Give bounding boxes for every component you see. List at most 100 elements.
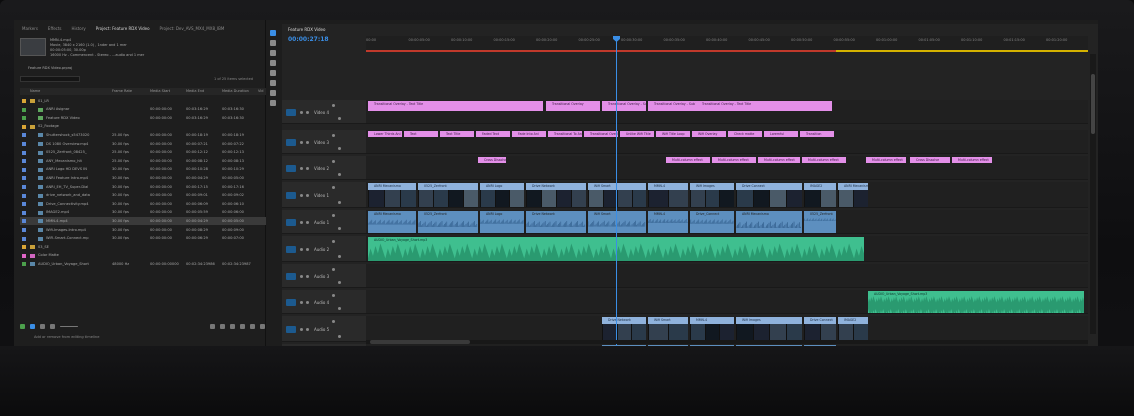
find-icon[interactable]: [230, 324, 235, 329]
eye-icon[interactable]: [332, 240, 335, 243]
video-clip[interactable]: ANRI Mecanismo: [838, 183, 868, 207]
project-item-row[interactable]: Shuttershock_s5473020 25.00 fps 00:00:00:0…: [20, 131, 266, 139]
eye-icon[interactable]: [332, 320, 335, 323]
effect-clip[interactable]: Multi-column effect: [712, 157, 756, 163]
title-overlay-clip[interactable]: Transitional Overlay - Sub Title: [648, 101, 696, 111]
project-item-row[interactable]: WiFi-Smart-Connect.mp 30.00 fps 00:00:00:0…: [20, 235, 266, 243]
audio-clip[interactable]: MMN-4: [648, 211, 688, 233]
graphic-clip[interactable]: Transitional To Ani: [548, 131, 582, 137]
ripple-edit-tool-icon[interactable]: [270, 50, 276, 56]
lock-icon[interactable]: [300, 167, 303, 170]
track-header[interactable]: Audio 1: [282, 210, 366, 234]
video-clip[interactable]: Drive Network: [526, 183, 586, 207]
col-media-start[interactable]: Media Start: [150, 89, 170, 93]
video-clip[interactable]: Drive Connect: [804, 317, 836, 341]
project-item-row[interactable]: ANY_Mecanismo_hit 25.00 fps 00:00:00:00 00:…: [20, 157, 266, 165]
project-item-row[interactable]: 03_SE: [20, 243, 266, 251]
graphic-clip[interactable]: Wifi Title Loop: [656, 131, 690, 137]
project-search-input[interactable]: [20, 76, 80, 82]
mute-icon[interactable]: [338, 147, 341, 150]
project-item-row[interactable]: drive_network_and_data 30.00 fps 00:00:00:…: [20, 192, 266, 200]
source-patch-toggle[interactable]: [286, 219, 296, 226]
panel-tab[interactable]: Project: Dev_AVS_MX4_MX8_IBM: [160, 26, 225, 34]
video-clip[interactable]: IMAGE2: [804, 183, 836, 207]
panel-tab[interactable]: History: [72, 26, 86, 34]
panel-tab[interactable]: Markers: [22, 26, 38, 34]
lock-icon[interactable]: [300, 111, 303, 114]
video-clip[interactable]: Wifi Images: [690, 183, 734, 207]
selection-tool-icon[interactable]: [270, 30, 276, 36]
mute-icon[interactable]: [338, 201, 341, 204]
source-patch-toggle[interactable]: [286, 273, 296, 280]
project-item-row[interactable]: ANRI_EH_TV_Super-Dial 30.00 fps 00:00:00:0…: [20, 183, 266, 191]
sync-lock-icon[interactable]: [306, 301, 309, 304]
track-target-toggle[interactable]: [286, 139, 296, 146]
pencil-icon[interactable]: [20, 324, 25, 329]
sync-lock-icon[interactable]: [306, 221, 309, 224]
freeform-view-icon[interactable]: [50, 324, 55, 329]
audio-clip[interactable]: 0525_Zerfront: [804, 211, 836, 233]
timeline-horizontal-scrollbar[interactable]: [366, 340, 1088, 344]
panel-tab[interactable]: Effects: [48, 26, 62, 34]
sync-lock-icon[interactable]: [306, 275, 309, 278]
video-clip[interactable]: ANRI Logo: [480, 183, 524, 207]
video-clip[interactable]: IMAGE2: [838, 317, 868, 341]
mute-icon[interactable]: [338, 307, 341, 310]
source-patch-toggle[interactable]: [286, 299, 296, 306]
lock-icon[interactable]: [300, 221, 303, 224]
sync-lock-icon[interactable]: [306, 194, 309, 197]
video-clip[interactable]: MMN-4: [648, 183, 688, 207]
video-clip[interactable]: Drive Connect: [736, 183, 802, 207]
project-item-row[interactable]: MMN-4.mp4 30.00 fps 00:00:00:00 00:00:04:29…: [20, 217, 266, 226]
audio-clip[interactable]: Drive_Connect: [690, 211, 734, 233]
automate-icon[interactable]: [220, 324, 225, 329]
col-frame-rate[interactable]: Frame Rate: [112, 89, 132, 93]
col-name[interactable]: Name: [30, 89, 40, 93]
effect-clip[interactable]: Multi-column effect: [666, 157, 710, 163]
graphic-clip[interactable]: Faded Text: [476, 131, 510, 137]
effect-clip[interactable]: Multi-column effect: [758, 157, 800, 163]
track-select-tool-icon[interactable]: [270, 40, 276, 46]
source-patch-toggle[interactable]: [286, 246, 296, 253]
lock-icon[interactable]: [300, 275, 303, 278]
mute-icon[interactable]: [338, 255, 341, 258]
project-item-row[interactable]: ANRI Feature Intro.mp4 30.00 fps 00:00:00:…: [20, 174, 266, 182]
project-item-row[interactable]: Drive_Connectivity.mp4 30.00 fps 00:00:00:…: [20, 200, 266, 208]
col-video[interactable]: Vid: [258, 89, 264, 93]
lock-icon[interactable]: [300, 141, 303, 144]
track-header[interactable]: Video 2: [282, 156, 366, 180]
track-header[interactable]: Video 4: [282, 100, 366, 124]
track-header[interactable]: Audio 5: [282, 316, 366, 342]
work-area-bar[interactable]: [366, 50, 836, 52]
project-item-row[interactable]: ANRI Asignar 00:00:00:00 00:03:16:29 00:03:…: [20, 106, 266, 114]
razor-tool-icon[interactable]: [270, 60, 276, 66]
video-clip[interactable]: ANRI Mecanismo: [368, 183, 416, 207]
track-header[interactable]: Video 3: [282, 130, 366, 154]
project-item-row[interactable]: Color Matte: [20, 252, 266, 260]
track-target-toggle[interactable]: [286, 109, 296, 116]
title-overlay-clip[interactable]: Transitional Overlay - Text Title: [696, 101, 832, 111]
eye-icon[interactable]: [332, 160, 335, 163]
track-target-toggle[interactable]: [286, 165, 296, 172]
eye-icon[interactable]: [332, 268, 335, 271]
effect-clip[interactable]: Multi-column effect: [866, 157, 906, 163]
effect-clip[interactable]: Cross Dissolve: [910, 157, 950, 163]
mute-icon[interactable]: [338, 281, 341, 284]
graphic-clip[interactable]: Check matte: [728, 131, 762, 137]
effect-clip[interactable]: Multi-column effect: [802, 157, 846, 163]
eye-icon[interactable]: [332, 104, 335, 107]
zoom-slider[interactable]: [60, 326, 78, 327]
lock-icon[interactable]: [300, 301, 303, 304]
col-media-end[interactable]: Media End: [186, 89, 204, 93]
video-clip[interactable]: MMN-4: [690, 317, 734, 341]
icon-view-icon[interactable]: [40, 324, 45, 329]
lock-icon[interactable]: [300, 194, 303, 197]
mute-icon[interactable]: [338, 227, 341, 230]
video-clip[interactable]: Drive Network: [602, 317, 646, 341]
sync-lock-icon[interactable]: [306, 141, 309, 144]
project-item-row[interactable]: Feature RDX Video 00:00:00:00 00:03:16:29 0…: [20, 114, 266, 122]
project-item-row[interactable]: Wifi-Images-Intro.mp4 30.00 fps 00:00:00:0…: [20, 226, 266, 234]
type-tool-icon[interactable]: [270, 100, 276, 106]
track-lane[interactable]: [366, 130, 1088, 154]
project-item-row[interactable]: IMAGE2.mp4 30.00 fps 00:00:00:00 00:00:05:5…: [20, 209, 266, 217]
